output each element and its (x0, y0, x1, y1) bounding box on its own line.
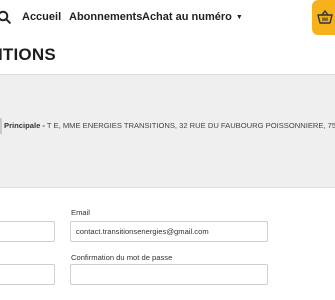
nav-accueil-link[interactable]: Accueil (22, 11, 61, 23)
email-field[interactable] (70, 221, 268, 242)
nav-abonnements-link[interactable]: Abonnements (69, 11, 142, 23)
search-icon[interactable] (0, 10, 11, 24)
nav-achat-au-numero-dropdown[interactable]: Achat au numéro ▼ (142, 11, 243, 23)
caret-down-icon: ▼ (235, 14, 243, 21)
left-field-input[interactable] (0, 221, 55, 242)
email-label: Email (71, 208, 90, 217)
nav-achat-au-numero-label: Achat au numéro (142, 11, 232, 23)
main-address: Principale - T E, MME ENERGIES TRANSITIO… (0, 118, 335, 134)
basket-icon (317, 10, 333, 24)
address-section: Principale - T E, MME ENERGIES TRANSITIO… (0, 74, 335, 188)
page-title: ITIONS (0, 45, 56, 64)
confirm-password-label: Confirmation du mot de passe (71, 253, 173, 262)
password-field[interactable] (0, 264, 55, 285)
address-label: Principale - (4, 121, 45, 130)
address-value: T E, MME ENERGIES TRANSITIONS, 32 RUE DU… (46, 121, 335, 130)
cart-button[interactable] (312, 0, 335, 35)
top-navigation: Accueil Abonnements Achat au numéro ▼ (0, 0, 335, 36)
confirm-password-field[interactable] (70, 264, 268, 285)
